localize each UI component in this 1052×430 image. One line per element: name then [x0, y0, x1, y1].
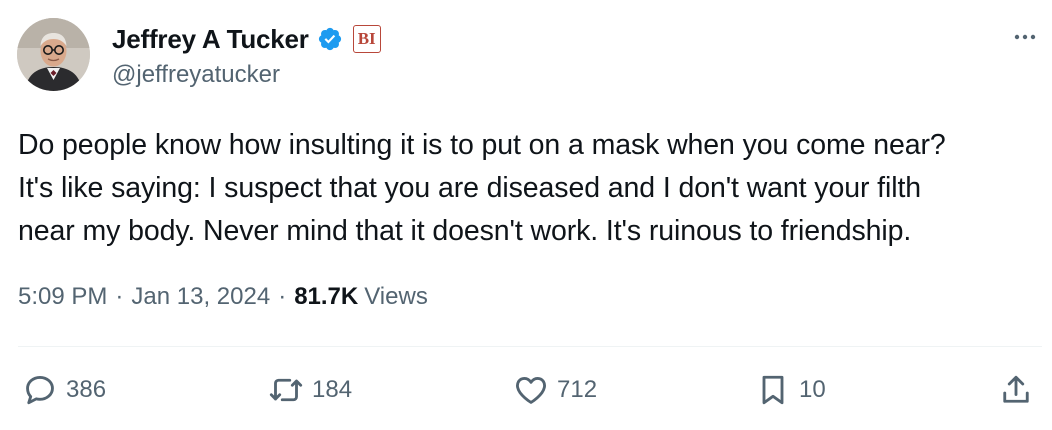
- more-dots-icon[interactable]: [1010, 22, 1040, 52]
- affiliation-badge[interactable]: BI: [352, 25, 381, 53]
- bookmark-count: 10: [799, 376, 826, 403]
- repost-button[interactable]: 184: [268, 362, 352, 418]
- author-display-name[interactable]: Jeffrey A Tucker: [112, 24, 309, 55]
- author-handle[interactable]: @jeffreyatucker: [112, 61, 280, 89]
- author-name-row: Jeffrey A Tucker BI: [112, 22, 381, 56]
- tweet-text-line: near my body. Never mind that it doesn't…: [18, 215, 912, 247]
- repost-arrows-icon: [269, 378, 303, 402]
- divider: [18, 346, 1042, 347]
- like-button[interactable]: 712: [513, 362, 597, 418]
- tweet-metadata: 5:09 PM · Jan 13, 2024 · 81.7K Views: [18, 283, 428, 311]
- meta-separator: ·: [115, 283, 124, 310]
- reply-button[interactable]: 386: [22, 362, 106, 418]
- views-label[interactable]: Views: [364, 283, 428, 311]
- heart-icon: [516, 377, 546, 404]
- avatar-portrait-icon: [17, 18, 90, 91]
- share-button[interactable]: [998, 362, 1034, 418]
- tweet-text-line: Do people know how insulting it is to pu…: [18, 129, 946, 161]
- like-count: 712: [557, 376, 598, 403]
- verified-badge-icon[interactable]: [317, 26, 343, 52]
- tweet-time[interactable]: 5:09 PM: [18, 283, 107, 311]
- bookmark-icon: [762, 375, 784, 405]
- tweet-text: Do people know how insulting it is to pu…: [18, 124, 1048, 253]
- action-bar: 386 184 712 10: [0, 362, 1052, 418]
- reply-count: 386: [66, 376, 107, 403]
- tweet-card: Jeffrey A Tucker BI @jeffreyatucker Do p…: [0, 0, 1052, 430]
- views-count[interactable]: 81.7K: [294, 283, 358, 311]
- tweet-date[interactable]: Jan 13, 2024: [131, 283, 270, 311]
- meta-separator: ·: [278, 283, 287, 310]
- repost-count: 184: [312, 376, 353, 403]
- share-upload-icon: [1003, 375, 1029, 403]
- bookmark-button[interactable]: 10: [755, 362, 826, 418]
- author-avatar[interactable]: [17, 18, 90, 91]
- tweet-text-line: It's like saying: I suspect that you are…: [18, 172, 922, 204]
- reply-bubble-icon: [26, 375, 54, 405]
